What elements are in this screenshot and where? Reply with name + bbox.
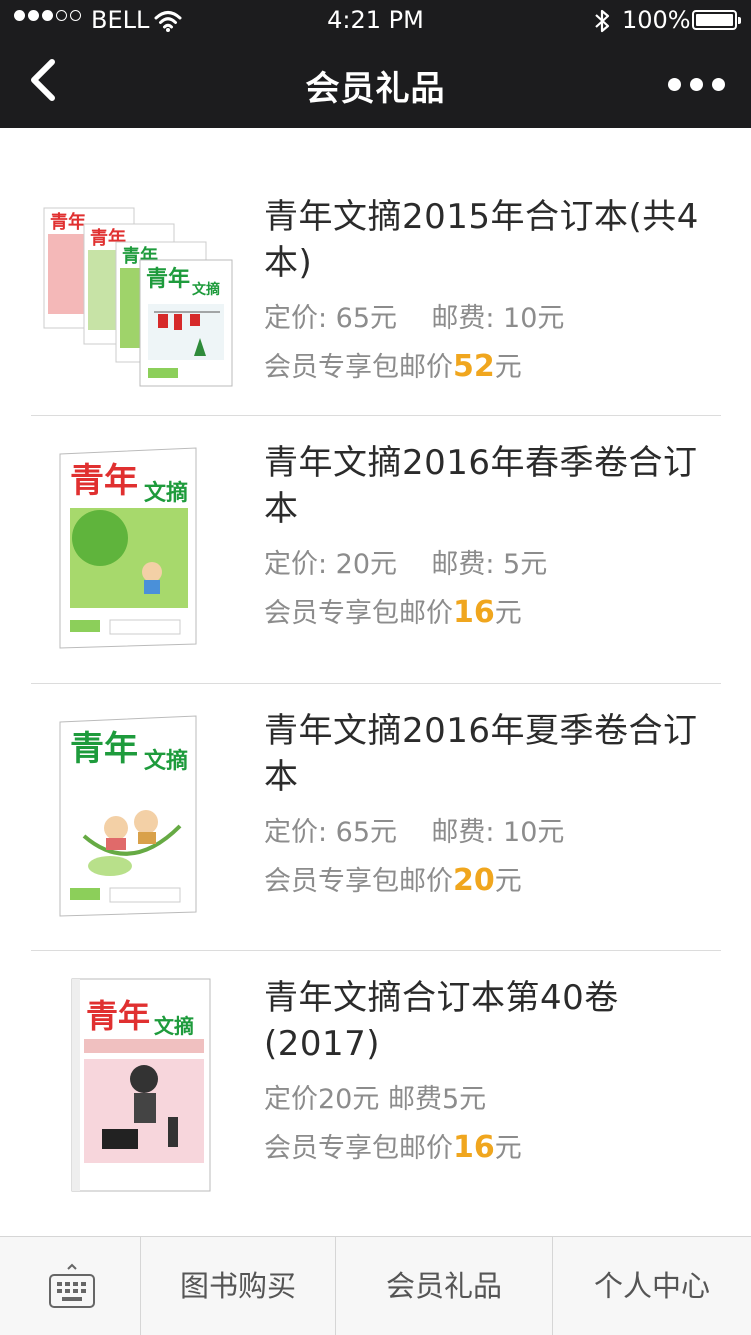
more-dot-icon [712,78,725,91]
tab-personal-center[interactable]: 个人中心 [553,1237,751,1335]
member-price-label: 会员专享包邮价 [264,866,453,897]
battery-icon [692,10,741,30]
product-item[interactable]: 青年 文摘 青年文摘2016年春季卷合订本 定价: 20元 邮费: 5元 会员专… [0,416,751,683]
currency-unit: 元 [494,598,522,629]
member-price-label: 会员专享包邮价 [264,352,453,383]
currency-unit: 元 [494,352,522,383]
product-item[interactable]: 青年 文摘 青年文摘2016年夏季卷合订本 定价: 65元 邮费: 10元 会员… [0,684,751,950]
product-title: 青年文摘2016年夏季卷合订本 [264,711,698,797]
book-cover-image: 青年 文摘 [71,978,211,1192]
member-price: 52 [453,349,495,384]
currency-unit: 元 [494,866,522,897]
svg-text:文摘: 文摘 [192,281,220,298]
bottom-menu-bar: 图书购买 会员礼品 个人中心 [0,1236,751,1335]
keyboard-toggle-button[interactable] [0,1237,140,1335]
svg-text:青年: 青年 [146,266,190,292]
svg-text:青年: 青年 [70,461,138,501]
member-price-line: 会员专享包邮价20元 [264,859,704,898]
product-info: 青年文摘合订本第40卷(2017) 定价20元 邮费5元 会员专享包邮价16元 [264,975,704,1165]
svg-text:青年: 青年 [50,211,86,233]
more-button[interactable] [664,74,729,95]
tab-member-gifts[interactable]: 会员礼品 [336,1237,552,1335]
status-bar: BELL 4:21 PM 100% [0,0,751,40]
member-price: 20 [453,863,495,898]
member-price-line: 会员专享包邮价52元 [264,345,704,384]
product-item[interactable]: 青年 青年 青年 青年 文摘 青年文摘2015年合订本(共4本) 定价: 65元 [0,170,751,415]
member-price: 16 [453,1130,495,1165]
member-price-label: 会员专享包邮价 [264,1133,453,1164]
tab-book-purchase[interactable]: 图书购买 [141,1237,335,1335]
member-price: 16 [453,595,495,630]
svg-text:青年: 青年 [86,997,150,1035]
product-price-shipping: 定价: 65元 邮费: 10元 [264,303,565,334]
svg-text:文摘: 文摘 [154,1014,194,1038]
product-info: 青年文摘2016年春季卷合订本 定价: 20元 邮费: 5元 会员专享包邮价16… [264,440,704,630]
product-price-shipping: 定价: 20元 邮费: 5元 [264,549,548,580]
member-price-line: 会员专享包邮价16元 [264,591,704,630]
member-price-line: 会员专享包邮价16元 [264,1126,704,1165]
svg-text:文摘: 文摘 [144,480,188,506]
currency-unit: 元 [494,1133,522,1164]
book-cover-set-image: 青年 青年 青年 青年 文摘 [43,207,233,387]
more-dot-icon [690,78,703,91]
product-info: 青年文摘2015年合订本(共4本) 定价: 65元 邮费: 10元 会员专享包邮… [264,194,704,384]
product-title: 青年文摘合订本第40卷(2017) [264,978,619,1064]
more-dot-icon [668,78,681,91]
svg-text:文摘: 文摘 [144,748,188,774]
product-price-shipping: 定价: 65元 邮费: 10元 [264,817,565,848]
battery-percentage: 100% [622,6,691,34]
product-info: 青年文摘2016年夏季卷合订本 定价: 65元 邮费: 10元 会员专享包邮价2… [264,708,704,898]
product-price-shipping: 定价20元 邮费5元 [264,1084,487,1115]
book-cover-image: 青年 文摘 [59,447,197,649]
svg-text:青年: 青年 [70,729,138,769]
product-title: 青年文摘2016年春季卷合订本 [264,443,698,529]
keyboard-icon [49,1263,95,1308]
top-bar: BELL 4:21 PM 100% 会员礼品 [0,0,751,128]
member-price-label: 会员专享包邮价 [264,598,453,629]
bluetooth-icon [595,9,610,33]
product-item[interactable]: 青年 文摘 青年文摘合订本第40卷(2017) 定价20元 邮费5元 会员专享包… [0,951,751,1221]
book-cover-image: 青年 文摘 [59,715,197,917]
nav-bar: 会员礼品 [0,40,751,128]
page-title: 会员礼品 [305,69,446,109]
product-title: 青年文摘2015年合订本(共4本) [264,197,699,283]
